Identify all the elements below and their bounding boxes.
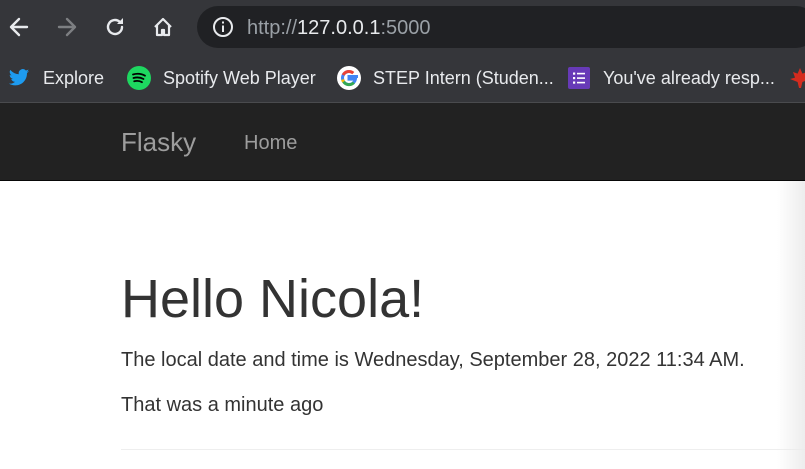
bookmark-step-intern[interactable]: STEP Intern (Studen... [337, 54, 554, 102]
browser-toolbar: http://127.0.0.1:5000 [0, 0, 805, 54]
bookmark-explore[interactable]: Explore [7, 54, 104, 102]
bookmark-overflow[interactable] [790, 54, 805, 102]
app-navbar: Flasky Home [0, 103, 805, 181]
url-port: :5000 [380, 17, 431, 39]
navbar-brand[interactable]: Flasky [121, 127, 196, 157]
bookmark-label: STEP Intern (Studen... [373, 67, 554, 88]
back-arrow-icon [9, 17, 29, 37]
home-icon [154, 17, 172, 37]
info-icon[interactable] [212, 16, 234, 38]
bookmarks-bar: Explore Spotify Web Player STEP Intern (… [0, 54, 805, 103]
url-scheme: http:// [247, 17, 298, 39]
content-divider [121, 449, 805, 450]
address-bar[interactable]: http://127.0.0.1:5000 [197, 6, 805, 48]
greeting-heading: Hello Nicola! [121, 269, 425, 329]
home-button[interactable] [146, 10, 180, 44]
bookmark-label: You've already resp... [603, 67, 775, 88]
spotify-icon [127, 66, 151, 90]
local-datetime-text: The local date and time is Wednesday, Se… [121, 349, 745, 371]
url-text[interactable]: http://127.0.0.1:5000 [247, 17, 431, 39]
url-host: 127.0.0.1 [297, 17, 381, 39]
scroll-edge-shadow [777, 181, 805, 469]
google-icon [337, 66, 361, 90]
nav-link-home[interactable]: Home [244, 132, 297, 154]
reload-icon [106, 18, 124, 36]
forward-arrow-icon [57, 17, 77, 37]
page-header: Hello Nicola! [121, 266, 424, 332]
back-button[interactable] [2, 10, 36, 44]
forward-button[interactable] [50, 10, 84, 44]
bookmark-spotify[interactable]: Spotify Web Player [127, 54, 316, 102]
maple-leaf-icon [790, 68, 805, 88]
bookmark-forms[interactable]: You've already resp... [567, 54, 775, 102]
bookmark-label: Explore [43, 67, 105, 88]
twitter-icon [7, 66, 31, 90]
relative-time-text: That was a minute ago [121, 394, 324, 416]
bookmark-label: Spotify Web Player [163, 67, 316, 88]
google-forms-icon [567, 66, 591, 90]
reload-button[interactable] [98, 10, 132, 44]
